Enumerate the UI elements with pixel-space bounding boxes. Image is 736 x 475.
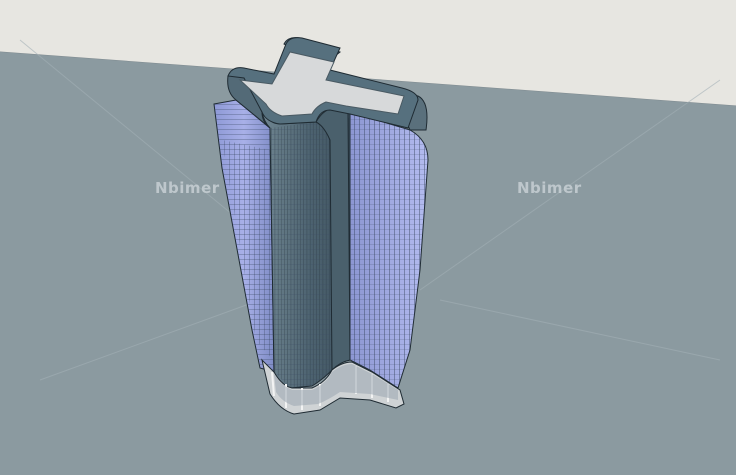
model-viewport[interactable]: Nbimer Nbimer	[0, 0, 736, 475]
watermark-logo: Nbimer	[155, 179, 220, 197]
building-3d-scene[interactable]	[0, 0, 736, 475]
watermark-logo: Nbimer	[517, 179, 582, 197]
